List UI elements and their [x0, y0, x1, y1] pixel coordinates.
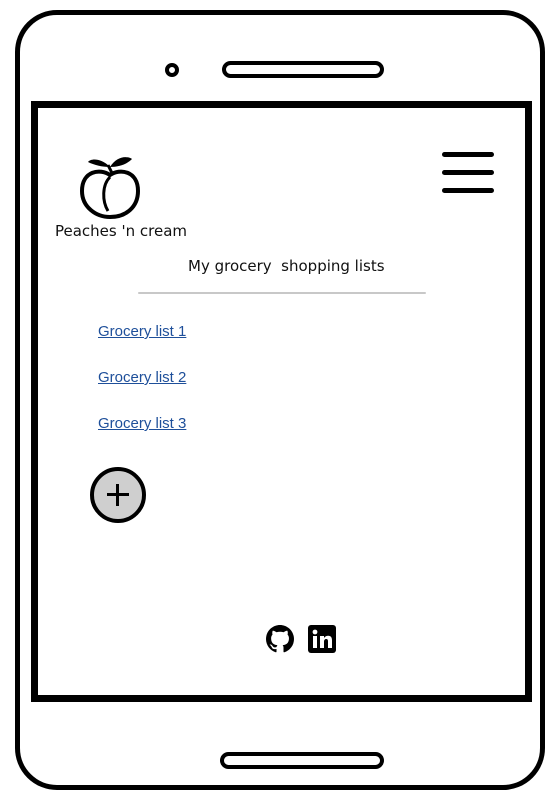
grocery-list-link[interactable]: Grocery list 1: [98, 323, 186, 369]
linkedin-icon[interactable]: [308, 625, 336, 653]
hamburger-menu-icon[interactable]: [442, 150, 496, 198]
grocery-lists: Grocery list 1 Grocery list 2 Grocery li…: [98, 323, 186, 461]
home-bar: [220, 752, 384, 769]
title-divider: [138, 292, 426, 294]
github-icon[interactable]: [266, 625, 294, 653]
menu-line: [442, 170, 494, 175]
screen: Peaches 'n cream My grocery shopping lis…: [31, 101, 532, 702]
brand-name: Peaches 'n cream: [55, 222, 188, 240]
add-list-button[interactable]: [90, 467, 146, 523]
peach-icon[interactable]: [78, 153, 142, 221]
social-links: [266, 625, 336, 653]
speaker: [222, 61, 384, 78]
menu-line: [442, 152, 494, 157]
menu-line: [442, 188, 494, 193]
page-title: My grocery shopping lists: [188, 257, 385, 275]
camera: [165, 63, 179, 77]
grocery-list-link[interactable]: Grocery list 2: [98, 369, 186, 415]
grocery-list-link[interactable]: Grocery list 3: [98, 415, 186, 461]
